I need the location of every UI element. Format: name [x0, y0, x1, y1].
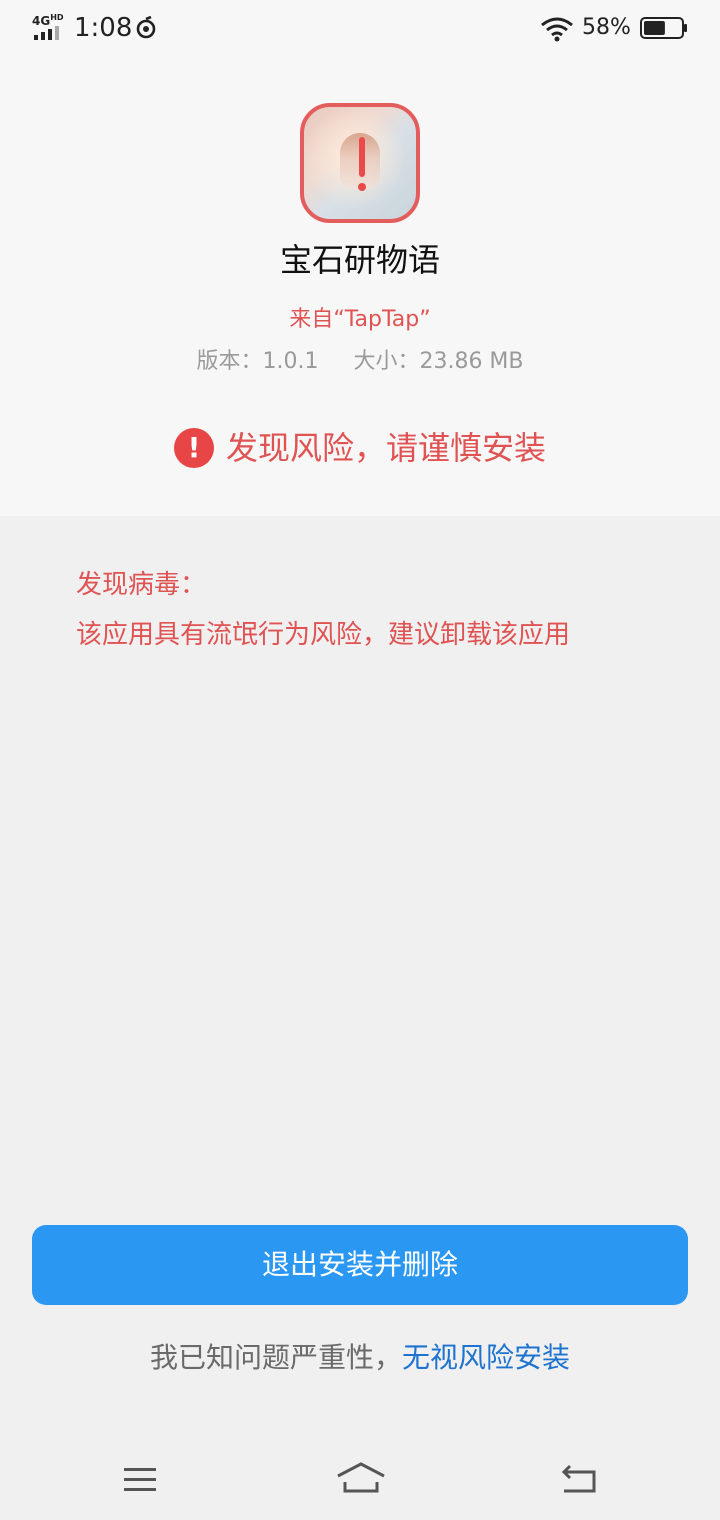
signal-icon: 4GHD — [32, 12, 66, 40]
ignore-risk-install-link[interactable]: 无视风险安装 — [402, 1341, 570, 1374]
app-icon — [300, 103, 420, 223]
virus-description: 该应用具有流氓行为风险，建议卸载该应用 — [76, 620, 571, 650]
virus-title: 发现病毒： — [76, 570, 207, 600]
risk-warning: ! 发现风险，请谨慎安装 — [0, 424, 720, 472]
warning-mark-icon — [359, 137, 365, 177]
back-icon[interactable] — [558, 1460, 600, 1500]
menu-icon[interactable] — [120, 1460, 160, 1500]
battery-icon — [640, 17, 687, 39]
status-time: 1:08 — [74, 13, 133, 43]
sync-icon — [136, 16, 156, 39]
status-bar: 4GHD 1:08 58% — [0, 0, 720, 56]
app-size: 大小：23.86 MB — [353, 349, 524, 374]
risk-heading: 发现风险，请谨慎安装 — [225, 429, 546, 467]
alert-icon: ! — [173, 428, 214, 468]
app-name: 宝石研物语 — [279, 241, 440, 279]
app-source: 来自“TapTap” — [289, 307, 431, 332]
wifi-icon — [541, 17, 573, 42]
app-meta: 版本：1.0.1 大小：23.86 MB — [0, 346, 720, 378]
navigation-bar — [0, 1440, 720, 1520]
exit-and-delete-button[interactable]: 退出安装并删除 — [32, 1225, 688, 1305]
home-icon[interactable] — [334, 1458, 388, 1498]
battery-percent: 58% — [582, 15, 631, 40]
ignore-risk-row: 我已知问题严重性，无视风险安装 — [0, 1336, 720, 1380]
ignore-risk-prefix: 我已知问题严重性， — [149, 1341, 402, 1374]
app-version: 版本：1.0.1 — [196, 349, 319, 374]
